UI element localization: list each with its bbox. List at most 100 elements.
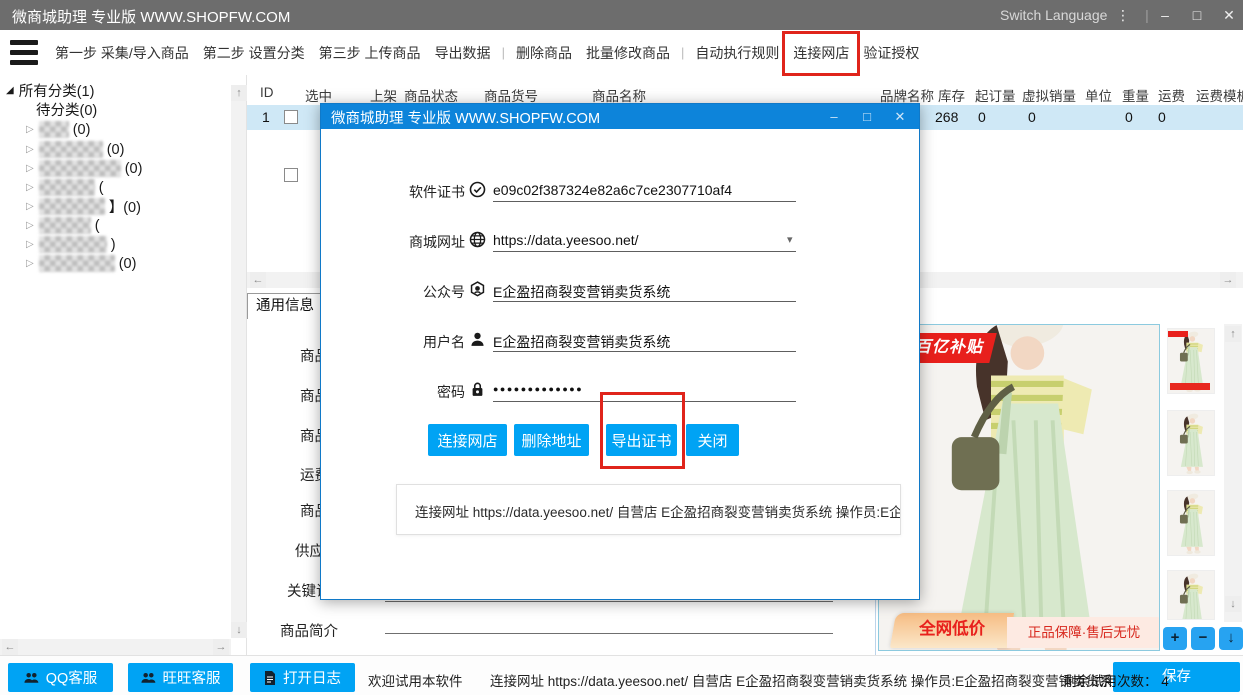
remove-image-button[interactable]: − — [1191, 627, 1215, 650]
select-all-checkbox[interactable] — [284, 168, 298, 182]
tree-item-censored[interactable]: ▷ ( — [26, 216, 100, 235]
move-image-down-button[interactable]: ↓ — [1219, 627, 1243, 650]
toolbar-item-batch-edit[interactable]: 批量修改商品 — [586, 43, 670, 63]
tree-vertical-scrollbar[interactable] — [231, 85, 246, 638]
app-window: 微商城助理 专业版 WWW.SHOPFW.COM Switch Language… — [0, 0, 1243, 695]
censored-text — [39, 160, 121, 177]
col-name[interactable]: 商品名称 — [592, 85, 646, 105]
maximize-button[interactable]: □ — [1182, 0, 1212, 30]
toolbar-item-upload[interactable]: 第三步 上传商品 — [319, 43, 421, 63]
scroll-up-icon[interactable]: ↑ — [231, 85, 247, 101]
tree-collapsed-icon[interactable]: ▷ — [26, 220, 34, 231]
dropdown-arrow-icon[interactable]: ▾ — [787, 233, 793, 246]
tree-item-censored[interactable]: ▷ (0) — [26, 120, 90, 139]
tab-general-info[interactable]: 通用信息 — [247, 293, 323, 319]
col-id[interactable]: ID — [260, 85, 274, 100]
tree-collapsed-icon[interactable]: ▷ — [26, 163, 34, 174]
dialog-close-button[interactable]: ✕ — [887, 104, 913, 129]
toolbar-item-export-data[interactable]: 导出数据 — [435, 43, 491, 63]
scroll-left-icon[interactable]: ← — [2, 639, 18, 655]
tree-collapsed-icon[interactable]: ▷ — [26, 201, 34, 212]
add-image-button[interactable]: + — [1163, 627, 1187, 650]
dialog-titlebar[interactable]: 微商城助理 专业版 WWW.SHOPFW.COM – □ ✕ — [321, 104, 919, 129]
hamburger-menu-icon[interactable] — [0, 30, 48, 75]
qq-support-button[interactable]: QQ客服 — [8, 663, 113, 692]
col-sku[interactable]: 商品货号 — [484, 85, 538, 105]
col-unit[interactable]: 单位 — [1085, 85, 1112, 105]
category-tree-panel: ◢ 所有分类(1) 待分类(0) ▷ (0) ▷ (0) ▷ (0) ▷ ( ▷ — [0, 75, 247, 655]
connect-shop-button[interactable]: 连接网店 — [428, 424, 507, 456]
tree-collapsed-icon[interactable]: ▷ — [26, 182, 34, 193]
cell-min-order: 0 — [978, 109, 986, 125]
censored-text — [39, 236, 107, 253]
certificate-value[interactable]: e09c02f387324e82a6c7ce2307710af4 — [493, 182, 732, 198]
col-onsale[interactable]: 上架 — [370, 85, 397, 105]
tree-collapsed-icon[interactable]: ▷ — [26, 124, 34, 135]
tree-item-censored[interactable]: ▷ (0) — [26, 159, 142, 178]
minimize-button[interactable]: – — [1150, 0, 1180, 30]
col-weight[interactable]: 重量 — [1122, 85, 1149, 105]
dialog-maximize-button[interactable]: □ — [854, 104, 880, 129]
toolbar-item-verify-auth[interactable]: 验证授权 — [863, 43, 919, 63]
col-brand[interactable]: 品牌名称 — [880, 85, 934, 105]
scroll-up-icon[interactable]: ↑ — [1225, 326, 1241, 342]
shop-url-input[interactable]: https://data.yeesoo.net/ — [493, 232, 639, 248]
delete-address-button[interactable]: 删除地址 — [514, 424, 589, 456]
switch-language-button[interactable]: Switch Language — [1000, 7, 1107, 23]
dialog-minimize-button[interactable]: – — [821, 104, 847, 129]
toolbar-item-categories[interactable]: 第二步 设置分类 — [203, 43, 305, 63]
cell-stock: 268 — [935, 109, 958, 125]
tree-collapsed-icon[interactable]: ▷ — [26, 144, 34, 155]
toolbar-item-import[interactable]: 第一步 采集/导入商品 — [55, 43, 189, 63]
product-thumbnail[interactable] — [1167, 328, 1215, 394]
official-account-input[interactable]: E企盈招商裂变营销卖货系统 — [493, 282, 670, 302]
col-status[interactable]: 商品状态 — [404, 85, 458, 105]
product-thumbnail[interactable] — [1167, 570, 1215, 620]
wangwang-support-button[interactable]: 旺旺客服 — [128, 663, 233, 692]
toolbar-item-connect-shop[interactable]: 连接网店 — [793, 43, 849, 63]
password-input[interactable]: ●●●●●●●●●●●●● — [493, 384, 583, 394]
product-thumbnail[interactable] — [1167, 410, 1215, 476]
toolbar-item-delete[interactable]: 删除商品 — [516, 43, 572, 63]
cell-id: 1 — [262, 109, 270, 125]
col-shipping[interactable]: 运费 — [1158, 85, 1185, 105]
tree-item-censored[interactable]: ▷ ) — [26, 235, 116, 254]
tree-item-censored[interactable]: ▷ (0) — [26, 254, 136, 273]
open-log-button[interactable]: 打开日志 — [250, 663, 355, 692]
product-thumbnail[interactable] — [1167, 490, 1215, 556]
thumbnails-scrollbar[interactable] — [1224, 324, 1242, 622]
close-button[interactable]: ✕ — [1214, 0, 1243, 30]
cell-virtual-sales: 0 — [1028, 109, 1036, 125]
tree-horizontal-scrollbar[interactable] — [0, 639, 231, 655]
thumbnail-red-tag — [1168, 331, 1188, 337]
col-stock[interactable]: 库存 — [938, 85, 965, 105]
scroll-right-icon[interactable]: → — [213, 639, 229, 655]
tree-item-unclassified[interactable]: 待分类(0) — [36, 100, 97, 119]
col-virtual-sales[interactable]: 虚拟销量 — [1022, 85, 1076, 105]
scroll-down-icon[interactable]: ↓ — [231, 622, 247, 638]
keyword-input-underline[interactable] — [385, 601, 833, 602]
scroll-left-icon[interactable]: ← — [250, 272, 266, 288]
close-dialog-button[interactable]: 关闭 — [686, 424, 739, 456]
col-shipping-template[interactable]: 运费模板 — [1196, 85, 1243, 105]
tree-item-censored[interactable]: ▷ (0) — [26, 140, 124, 159]
brief-input-underline[interactable] — [385, 633, 833, 634]
tree-item-suffix: ( — [99, 180, 104, 196]
tree-item-censored[interactable]: ▷ ( — [26, 178, 104, 197]
col-selected[interactable]: 选中 — [305, 85, 332, 105]
tree-expanded-icon[interactable]: ◢ — [6, 85, 14, 96]
toolbar-item-auto-rules[interactable]: 自动执行规则 — [695, 43, 779, 63]
export-certificate-button[interactable]: 导出证书 — [606, 424, 677, 456]
username-input[interactable]: E企盈招商裂变营销卖货系统 — [493, 332, 670, 352]
scroll-down-icon[interactable]: ↓ — [1225, 596, 1241, 612]
tree-root-all-categories[interactable]: ◢ 所有分类(1) — [6, 81, 94, 100]
tree-collapsed-icon[interactable]: ▷ — [26, 239, 34, 250]
col-min-order[interactable]: 起订量 — [975, 85, 1016, 105]
scroll-right-icon[interactable]: → — [1220, 272, 1236, 288]
lowest-price-tag: 全网低价 — [890, 613, 1014, 648]
product-main-image[interactable]: 百亿补贴 全网低价 正品保障·售后无忧 — [878, 324, 1160, 651]
wangwang-support-label: 旺旺客服 — [163, 667, 221, 688]
tree-collapsed-icon[interactable]: ▷ — [26, 258, 34, 269]
tree-item-censored[interactable]: ▷ 】(0) — [26, 197, 141, 216]
row-checkbox[interactable] — [284, 110, 298, 124]
